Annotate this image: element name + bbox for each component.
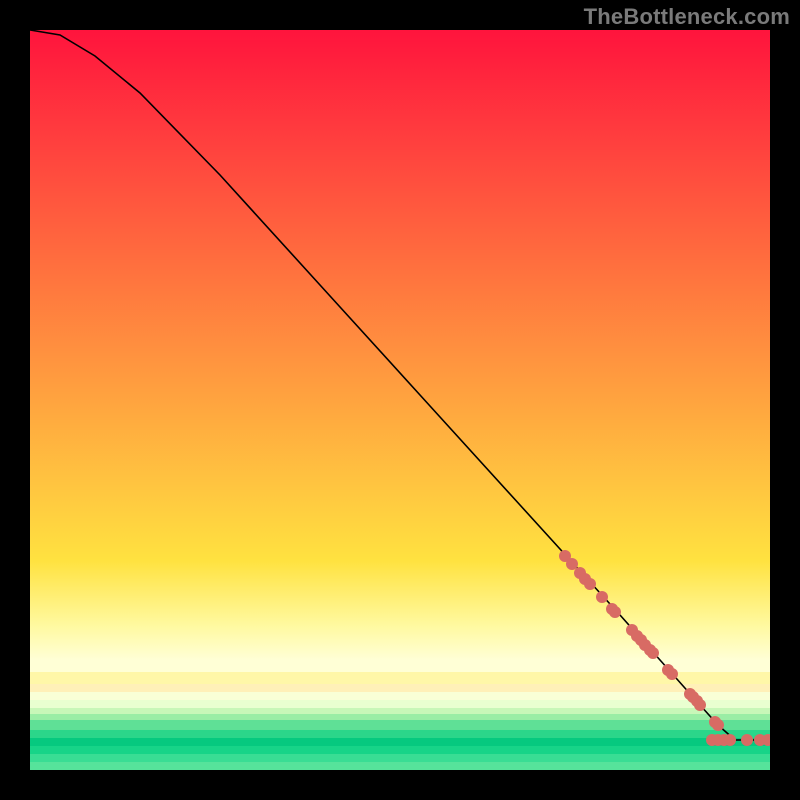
data-point [712, 719, 724, 731]
chart-frame: TheBottleneck.com [0, 0, 800, 800]
data-point [566, 558, 578, 570]
data-point [647, 647, 659, 659]
data-point [584, 578, 596, 590]
bottleneck-chart [0, 0, 800, 800]
data-point [762, 734, 774, 746]
data-point [666, 668, 678, 680]
data-point [694, 699, 706, 711]
data-point [596, 591, 608, 603]
data-point [609, 606, 621, 618]
watermark-label: TheBottleneck.com [584, 4, 790, 30]
data-point [741, 734, 753, 746]
data-point [724, 734, 736, 746]
